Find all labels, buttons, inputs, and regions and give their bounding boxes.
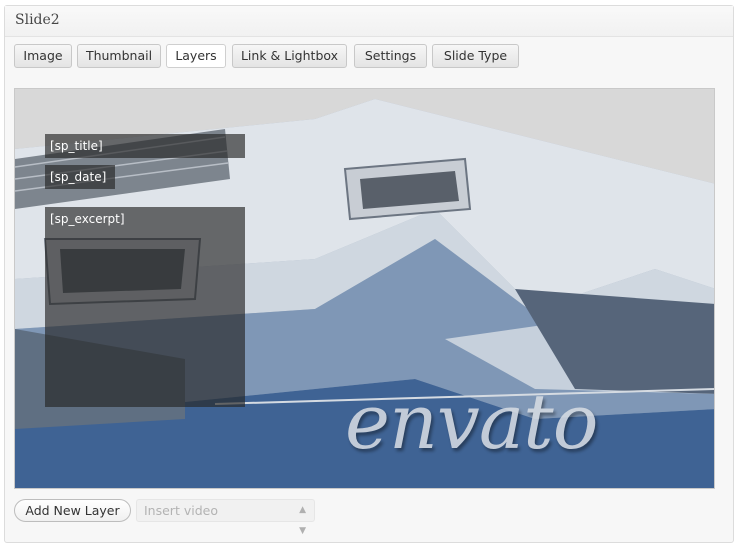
tab-slide-type[interactable]: Slide Type bbox=[432, 44, 519, 68]
add-new-layer-button[interactable]: Add New Layer bbox=[14, 499, 131, 522]
panel-header: Slide2 bbox=[5, 6, 733, 37]
layer-title[interactable]: [sp_title] bbox=[45, 134, 245, 158]
tab-image[interactable]: Image bbox=[14, 44, 72, 68]
tab-settings[interactable]: Settings bbox=[354, 44, 427, 68]
panel-title: Slide2 bbox=[15, 12, 60, 28]
tab-thumbnail[interactable]: Thumbnail bbox=[77, 44, 161, 68]
tab-layers[interactable]: Layers bbox=[166, 44, 226, 68]
envato-watermark: envato bbox=[345, 377, 598, 466]
insert-video-placeholder: Insert video bbox=[144, 503, 218, 518]
slide-canvas[interactable]: envato [sp_title] [sp_date] [sp_excerpt] bbox=[14, 88, 715, 489]
updown-chevron-icon: ▲ ▼ bbox=[299, 505, 306, 536]
layer-excerpt[interactable]: [sp_excerpt] bbox=[45, 207, 245, 407]
layer-date[interactable]: [sp_date] bbox=[45, 165, 115, 189]
insert-video-select[interactable]: Insert video ▲ ▼ bbox=[136, 499, 315, 536]
tab-link-lightbox[interactable]: Link & Lightbox bbox=[232, 44, 347, 68]
